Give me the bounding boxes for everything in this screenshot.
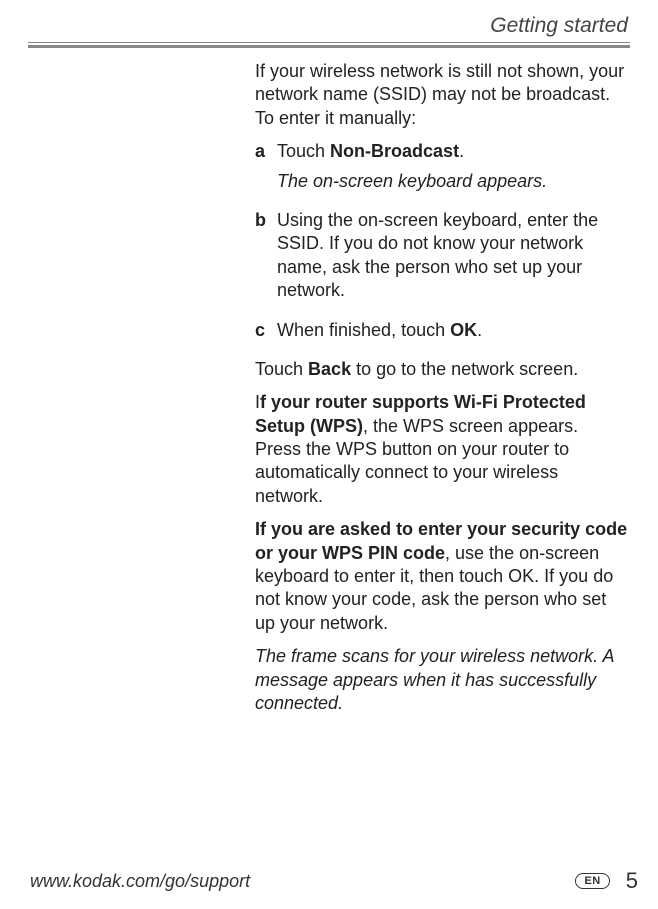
wps-paragraph: If your router supports Wi-Fi Protected … xyxy=(255,391,628,508)
step-c-text: When finished, touch OK. xyxy=(277,319,628,342)
step-marker: c xyxy=(255,319,277,348)
footer-url: www.kodak.com/go/support xyxy=(30,871,250,892)
security-paragraph: If you are asked to enter your security … xyxy=(255,518,628,635)
header-divider xyxy=(0,42,658,48)
page-number: 5 xyxy=(626,868,638,894)
step-a: a Touch Non-Broadcast. The on-screen key… xyxy=(255,140,628,199)
step-c: c When finished, touch OK. xyxy=(255,319,628,348)
step-a-result: The on-screen keyboard appears. xyxy=(277,170,628,193)
language-badge: EN xyxy=(575,873,609,889)
step-body: When finished, touch OK. xyxy=(277,319,628,348)
result-paragraph: The frame scans for your wireless networ… xyxy=(255,645,628,715)
section-title: Getting started xyxy=(490,14,628,37)
step-marker: a xyxy=(255,140,277,199)
step-b: b Using the on-screen keyboard, enter th… xyxy=(255,209,628,309)
page-content: If your wireless network is still not sh… xyxy=(255,60,628,725)
footer-right: EN 5 xyxy=(575,868,638,894)
step-body: Using the on-screen keyboard, enter the … xyxy=(277,209,628,309)
step-b-text: Using the on-screen keyboard, enter the … xyxy=(277,209,628,303)
intro-paragraph: If your wireless network is still not sh… xyxy=(255,60,628,130)
step-marker: b xyxy=(255,209,277,309)
section-header: Getting started xyxy=(490,14,628,38)
back-paragraph: Touch Back to go to the network screen. xyxy=(255,358,628,381)
step-a-text: Touch Non-Broadcast. xyxy=(277,140,628,163)
step-body: Touch Non-Broadcast. The on-screen keybo… xyxy=(277,140,628,199)
page-footer: www.kodak.com/go/support EN 5 xyxy=(30,868,638,894)
